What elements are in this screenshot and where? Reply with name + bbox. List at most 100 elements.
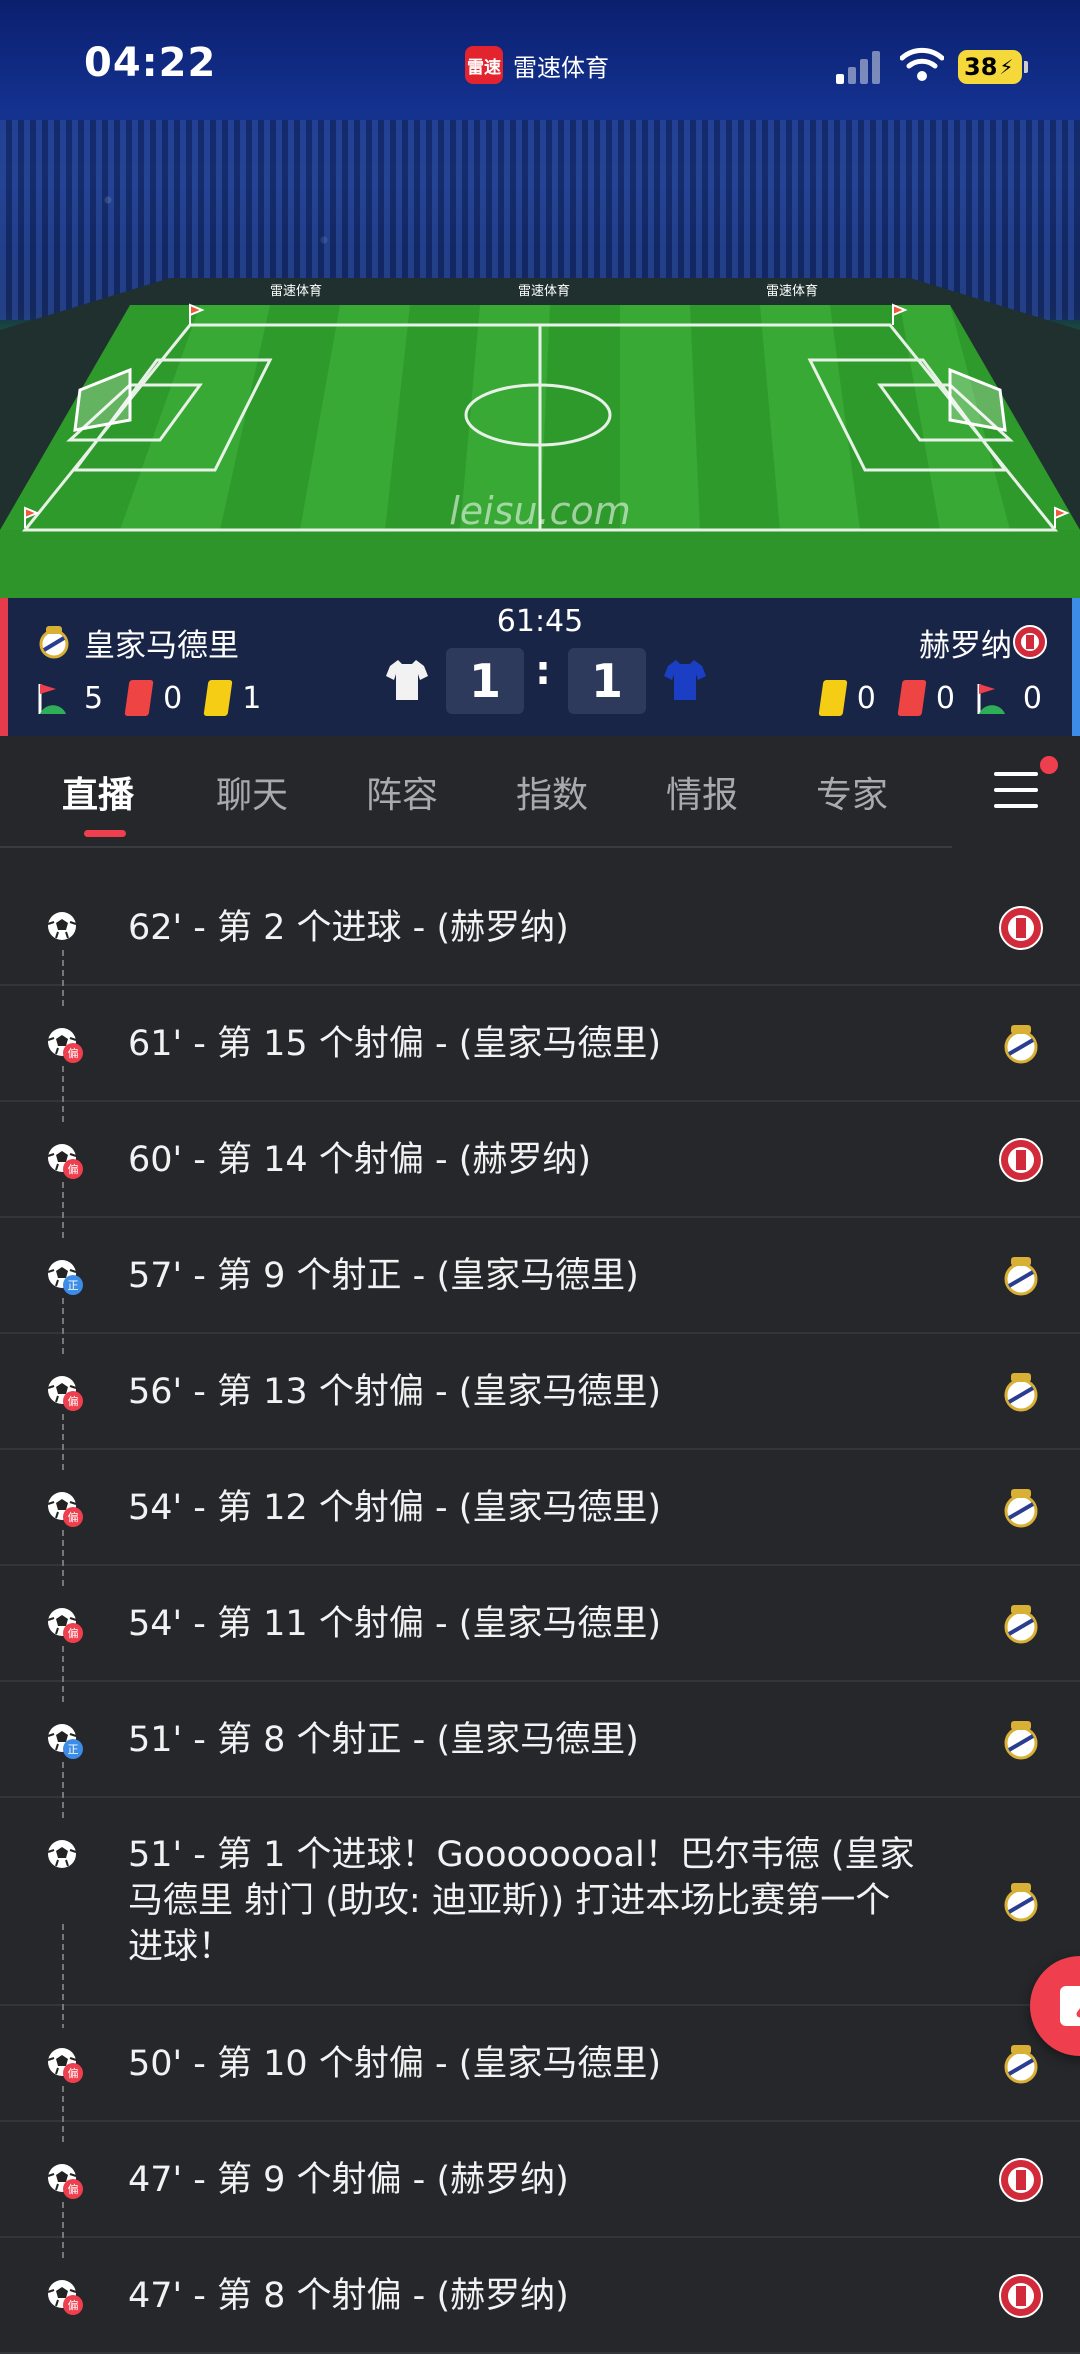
away-red-cards: 0	[935, 680, 955, 716]
home-score: 1	[446, 648, 524, 714]
shot-on-target-icon: 正	[47, 1724, 83, 1759]
status-time: 04:22	[84, 40, 217, 86]
real-madrid-crest-icon	[1004, 1489, 1038, 1528]
shot-on-target-icon: 正	[47, 1260, 83, 1295]
shot-off-target-icon: 偏	[47, 1028, 83, 1063]
home-yellow-cards: 1	[242, 680, 262, 716]
event-badge: 偏	[68, 1046, 79, 1060]
event-text: 56' - 第 13 个射偏 - (皇家马德里)	[128, 1372, 662, 1412]
home-stats: 5 0 1	[36, 680, 261, 716]
event-text: 进球！	[128, 1927, 234, 1967]
app-logo: 雷速	[465, 46, 503, 84]
pencil-icon	[1060, 1986, 1080, 2026]
event-row[interactable]: 偏 60' - 第 14 个射偏 - (赫罗纳)	[0, 1102, 1080, 1240]
away-score: 1	[568, 648, 646, 714]
event-row[interactable]: 正 51' - 第 8 个射正 - (皇家马德里)	[0, 1682, 1080, 1820]
event-text: 57' - 第 9 个射正 - (皇家马德里)	[128, 1256, 639, 1296]
girona-crest-icon	[999, 2158, 1043, 2202]
event-text: 51' - 第 8 个射正 - (皇家马德里)	[128, 1720, 639, 1760]
event-badge: 偏	[68, 1626, 79, 1640]
event-text: 50' - 第 10 个射偏 - (皇家马德里)	[128, 2044, 662, 2084]
wifi-icon	[900, 47, 944, 81]
girona-crest-icon	[999, 2274, 1043, 2318]
yellow-card-icon	[818, 680, 848, 716]
girona-crest-icon	[999, 906, 1043, 950]
menu-icon[interactable]	[994, 770, 1038, 810]
battery-level: 38	[964, 53, 998, 81]
event-badge: 偏	[68, 1510, 79, 1524]
home-corners: 5	[84, 680, 104, 716]
goal-icon	[47, 1840, 77, 1868]
svg-text:雷速体育: 雷速体育	[518, 283, 570, 299]
tab-lineup[interactable]: 阵容	[366, 766, 438, 818]
event-badge: 正	[68, 1743, 79, 1756]
tabs-divider	[0, 846, 952, 848]
tab-chat[interactable]: 聊天	[216, 766, 288, 818]
app-name: 雷速体育	[513, 53, 609, 82]
event-row[interactable]: 偏 54' - 第 12 个射偏 - (皇家马德里)	[0, 1450, 1080, 1588]
real-madrid-crest-icon	[1004, 1257, 1038, 1296]
event-text: 51' - 第 1 个进球！Goooooooal！巴尔韦德 (皇家	[128, 1835, 915, 1875]
red-card-icon	[897, 680, 927, 716]
tab-bar: 直播 聊天 阵容 指数 情报 专家	[0, 736, 1080, 848]
event-badge: 偏	[68, 2298, 79, 2312]
real-madrid-crest-icon	[1004, 1373, 1038, 1412]
girona-crest-icon	[1013, 625, 1047, 659]
real-madrid-crest-icon	[1004, 1025, 1038, 1064]
away-corners: 0	[1022, 680, 1042, 716]
status-bar: 04:22 雷速 雷速体育 38 ⚡	[0, 0, 1080, 130]
event-badge: 偏	[68, 1162, 79, 1176]
event-badge: 偏	[68, 2066, 79, 2080]
active-tab-indicator	[84, 830, 126, 837]
away-team-name[interactable]: 赫罗纳	[919, 620, 1012, 665]
event-row[interactable]: 正 57' - 第 9 个射正 - (皇家马德里)	[0, 1218, 1080, 1356]
real-madrid-crest-icon	[1004, 1883, 1038, 1922]
event-badge: 偏	[68, 2182, 79, 2196]
event-text: 54' - 第 11 个射偏 - (皇家马德里)	[128, 1604, 662, 1644]
cellular-signal-icon	[836, 51, 880, 84]
shot-off-target-icon: 偏	[47, 1608, 83, 1643]
event-row[interactable]: 偏 47' - 第 9 个射偏 - (赫罗纳)	[0, 2122, 1080, 2260]
match-clock: 61:45	[496, 604, 584, 639]
live-event-list: 62' - 第 2 个进球 - (赫罗纳) 偏 61' - 第 15 个射偏 - (…	[0, 870, 1080, 2354]
svg-text:雷速体育: 雷速体育	[270, 283, 322, 299]
event-text: 61' - 第 15 个射偏 - (皇家马德里)	[128, 1024, 662, 1064]
event-badge: 正	[68, 1279, 79, 1292]
scoreboard: 皇家马德里 61:45 赫罗纳 5 0 1 1 : 1 0 0 0	[0, 598, 1080, 736]
shot-off-target-icon: 偏	[47, 1492, 83, 1527]
battery-tip	[1024, 61, 1028, 73]
real-madrid-crest-icon	[1004, 1721, 1038, 1760]
event-row[interactable]: 偏 50' - 第 10 个射偏 - (皇家马德里)	[0, 2006, 1080, 2144]
home-jersey-icon	[386, 660, 428, 700]
away-stats: 0 0 0	[818, 680, 1042, 716]
match-animation-panel: 雷速体育 雷速体育 雷速体育 leisu.com 04:22 雷速 雷速体育 3…	[0, 0, 1080, 598]
tab-intel[interactable]: 情报	[666, 766, 738, 818]
shot-off-target-icon: 偏	[47, 2164, 83, 2199]
event-text: 62' - 第 2 个进球 - (赫罗纳)	[128, 908, 569, 948]
away-jersey-icon	[664, 660, 706, 700]
event-text: 马德里 射门 (助攻: 迪亚斯)) 打进本场比赛第一个	[128, 1881, 891, 1921]
charging-icon: ⚡	[999, 55, 1014, 79]
event-row[interactable]: 51' - 第 1 个进球！Goooooooal！巴尔韦德 (皇家 马德里 射门 …	[0, 1798, 1080, 2028]
red-card-icon	[124, 680, 154, 716]
real-madrid-crest-icon	[1004, 2045, 1038, 2084]
event-row[interactable]: 偏 56' - 第 13 个射偏 - (皇家马德里)	[0, 1334, 1080, 1472]
event-row[interactable]: 偏 61' - 第 15 个射偏 - (皇家马德里)	[0, 986, 1080, 1124]
app-brand: 雷速 雷速体育	[465, 45, 609, 85]
shot-off-target-icon: 偏	[47, 2048, 83, 2083]
tab-odds[interactable]: 指数	[516, 766, 588, 818]
event-text: 60' - 第 14 个射偏 - (赫罗纳)	[128, 1140, 592, 1180]
tab-live[interactable]: 直播	[62, 766, 134, 818]
corner-flag-icon	[38, 684, 66, 714]
corner-flag-icon	[977, 684, 1005, 714]
event-text: 47' - 第 8 个射偏 - (赫罗纳)	[128, 2276, 569, 2316]
event-text: 54' - 第 12 个射偏 - (皇家马德里)	[128, 1488, 662, 1528]
event-row[interactable]: 偏 54' - 第 11 个射偏 - (皇家马德里)	[0, 1566, 1080, 1704]
event-text: 47' - 第 9 个射偏 - (赫罗纳)	[128, 2160, 569, 2200]
event-row[interactable]: 62' - 第 2 个进球 - (赫罗纳)	[0, 870, 1080, 1008]
battery-indicator: 38 ⚡	[958, 50, 1022, 84]
shot-off-target-icon: 偏	[47, 1144, 83, 1179]
shot-off-target-icon: 偏	[47, 1376, 83, 1411]
real-madrid-crest-icon	[1004, 1605, 1038, 1644]
tab-experts[interactable]: 专家	[816, 766, 888, 818]
